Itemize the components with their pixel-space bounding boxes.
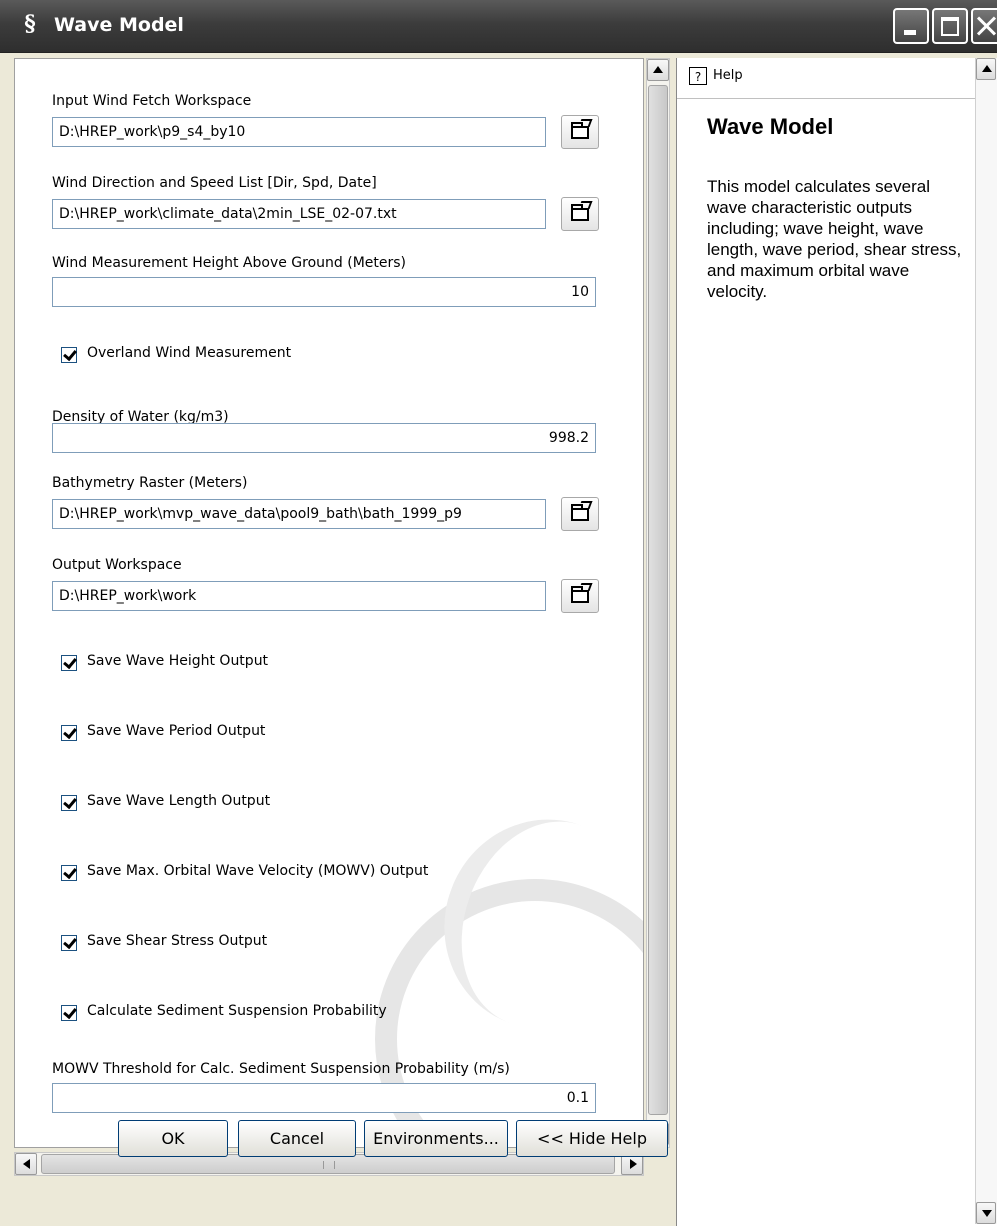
close-button[interactable] [971, 8, 997, 44]
title-bar[interactable]: § Wave Model [0, 0, 997, 53]
scroll-left-button[interactable] [15, 1153, 37, 1175]
help-tab[interactable]: ? Help [677, 58, 975, 99]
bathymetry-browse-button[interactable] [561, 497, 599, 531]
help-title: Wave Model [707, 114, 834, 139]
save-wave-length-label: Save Wave Length Output [87, 793, 271, 809]
help-tab-label: Help [713, 68, 743, 83]
bathymetry-label: Bathymetry Raster (Meters) [52, 475, 248, 491]
maximize-button[interactable] [932, 8, 968, 44]
overland-checkbox[interactable] [61, 347, 77, 363]
open-folder-icon [571, 122, 589, 139]
output-workspace-label: Output Workspace [52, 557, 182, 573]
environments-button[interactable]: Environments... [364, 1120, 508, 1157]
density-input[interactable]: 998.2 [52, 423, 596, 453]
arrow-down-icon [982, 1210, 992, 1217]
save-shear-stress-label: Save Shear Stress Output [87, 933, 268, 949]
save-wave-height-checkbox[interactable] [61, 655, 77, 671]
arrow-up-icon [982, 65, 992, 72]
open-folder-icon [571, 204, 589, 221]
save-wave-height-label: Save Wave Height Output [87, 653, 269, 669]
save-mowv-label: Save Max. Orbital Wave Velocity (MOWV) O… [87, 863, 429, 879]
help-vertical-scrollbar[interactable] [975, 58, 997, 1224]
mowv-threshold-label: MOWV Threshold for Calc. Sediment Suspen… [52, 1061, 510, 1077]
wind-fetch-browse-button[interactable] [561, 115, 599, 149]
arrow-left-icon [23, 1159, 30, 1169]
wind-fetch-input[interactable]: D:\HREP_work\p9_s4_by10 [52, 117, 546, 147]
arrow-right-icon [630, 1159, 637, 1169]
wind-list-label: Wind Direction and Speed List [Dir, Spd,… [52, 175, 377, 191]
help-scroll-up-button[interactable] [976, 58, 996, 80]
window-title: Wave Model [54, 14, 184, 36]
cancel-button[interactable]: Cancel [238, 1120, 356, 1157]
overland-label: Overland Wind Measurement [87, 345, 292, 361]
parameters-form: Input Wind Fetch Workspace D:\HREP_work\… [14, 58, 644, 1148]
parameters-pane: Input Wind Fetch Workspace D:\HREP_work\… [14, 58, 670, 1220]
help-pane: ? Help Wave Model This model calculates … [676, 58, 997, 1226]
vertical-scrollbar[interactable] [646, 58, 670, 1148]
arrow-up-icon [653, 66, 663, 73]
save-wave-period-checkbox[interactable] [61, 725, 77, 741]
save-wave-period-label: Save Wave Period Output [87, 723, 266, 739]
calc-sediment-label: Calculate Sediment Suspension Probabilit… [87, 1003, 387, 1019]
vertical-scroll-thumb[interactable] [648, 85, 668, 1115]
open-folder-icon [571, 586, 589, 603]
open-folder-icon [571, 504, 589, 521]
minimize-button[interactable] [893, 8, 929, 44]
save-shear-stress-checkbox[interactable] [61, 935, 77, 951]
scroll-up-button[interactable] [647, 59, 669, 81]
calc-sediment-checkbox[interactable] [61, 1005, 77, 1021]
hide-help-button[interactable]: << Hide Help [516, 1120, 668, 1157]
help-body: This model calculates several wave chara… [707, 177, 962, 301]
wind-height-label: Wind Measurement Height Above Ground (Me… [52, 255, 407, 271]
wind-list-browse-button[interactable] [561, 197, 599, 231]
bathymetry-input[interactable]: D:\HREP_work\mvp_wave_data\pool9_bath\ba… [52, 499, 546, 529]
wind-fetch-label: Input Wind Fetch Workspace [52, 93, 252, 109]
ok-button[interactable]: OK [118, 1120, 228, 1157]
save-wave-length-checkbox[interactable] [61, 795, 77, 811]
wind-height-input[interactable]: 10 [52, 277, 596, 307]
horizontal-scroll-thumb[interactable] [41, 1154, 615, 1174]
help-scroll-down-button[interactable] [976, 1202, 996, 1224]
output-workspace-input[interactable]: D:\HREP_work\work [52, 581, 546, 611]
tool-s-icon: § [24, 11, 36, 37]
wave-model-window: § Wave Model Input Wind Fetch Workspace … [0, 0, 997, 1226]
save-mowv-checkbox[interactable] [61, 865, 77, 881]
wind-list-input[interactable]: D:\HREP_work\climate_data\2min_LSE_02-07… [52, 199, 546, 229]
grip-icon [323, 1161, 335, 1169]
output-workspace-browse-button[interactable] [561, 579, 599, 613]
mowv-threshold-input[interactable]: 0.1 [52, 1083, 596, 1113]
help-question-icon: ? [689, 67, 707, 85]
